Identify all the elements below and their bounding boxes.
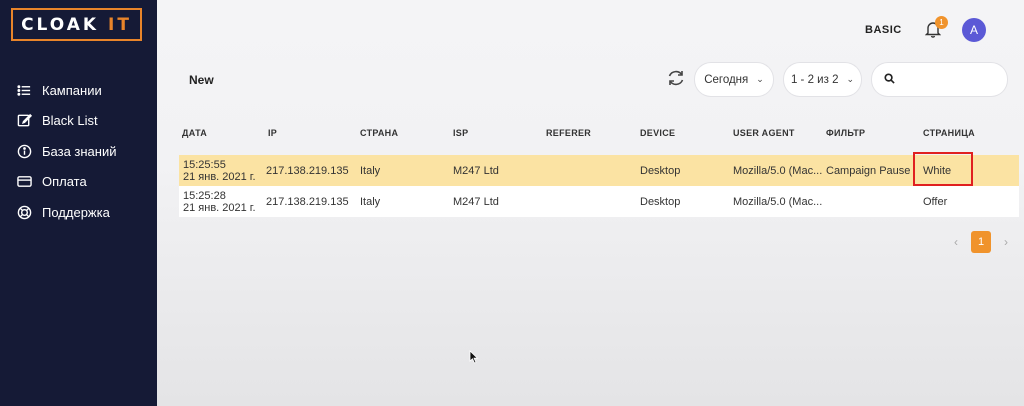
annotation-highlight-box [913,152,973,186]
pagination-page-button[interactable]: 1 [971,231,991,253]
table-row[interactable]: 15:25:55 21 янв. 2021 г. 217.138.219.135 … [179,155,1019,186]
range-value: 1 - 2 из 2 [790,73,839,86]
chevron-down-icon: ⌄ [756,74,764,84]
cell-country: Italy [360,195,381,208]
column-header-user-agent[interactable]: USER AGENT [733,128,826,138]
sidebar-item-label: Поддержка [42,204,110,220]
mouse-cursor-icon [469,350,479,364]
page-title: New [189,73,214,87]
sidebar-item-support[interactable]: Поддержка [0,197,157,228]
sidebar-item-label: Кампании [42,82,102,98]
list-icon [17,83,32,98]
avatar[interactable]: A [962,18,986,42]
info-icon [17,144,32,159]
table-header: ДАТА IP СТРАНА ISP REFERER DEVICE USER A… [179,122,1019,144]
plan-label: BASIC [865,24,902,36]
search-input[interactable] [901,73,1001,86]
sidebar-item-knowledge-base[interactable]: База знаний [0,136,157,167]
sidebar-item-campaigns[interactable]: Кампании [0,75,157,106]
column-header-ip[interactable]: IP [266,128,360,138]
cell-filter: Campaign Pause [826,164,911,177]
cell-isp: M247 Ltd [453,195,499,208]
refresh-icon[interactable] [666,68,688,90]
sidebar-item-label: Black List [42,113,98,129]
column-header-date[interactable]: ДАТА [179,127,266,139]
notification-badge: 1 [935,16,948,29]
cell-date: 15:25:55 21 янв. 2021 г. [183,158,256,183]
cell-isp: M247 Ltd [453,164,499,177]
table-row[interactable]: 15:25:28 21 янв. 2021 г. 217.138.219.135 … [179,186,1019,217]
pagination-prev-button[interactable]: ‹ [947,235,965,249]
column-header-isp[interactable]: ISP [453,128,546,138]
lifebuoy-icon [17,205,32,220]
cell-device: Desktop [640,164,681,177]
search-box[interactable] [872,63,1007,96]
pagination: ‹ 1 › [947,231,1015,253]
sidebar-item-label: Оплата [42,174,87,190]
search-icon [884,71,895,89]
chevron-down-icon: ⌄ [846,74,855,84]
cell-ip: 217.138.219.135 [266,164,349,177]
pagination-next-button[interactable]: › [997,235,1015,249]
cell-user-agent: Mozilla/5.0 (Mac... [733,164,823,177]
column-header-device[interactable]: DEVICE [640,128,733,138]
sidebar-item-payment[interactable]: Оплата [0,167,157,198]
cell-device: Desktop [640,195,681,208]
clicks-table: ДАТА IP СТРАНА ISP REFERER DEVICE USER A… [179,122,1019,217]
edit-icon [17,113,32,128]
sidebar-item-label: База знаний [42,143,117,159]
cell-country: Italy [360,164,381,177]
sidebar-item-blacklist[interactable]: Black List [0,106,157,137]
date-filter-value: Сегодня [704,73,749,86]
range-select[interactable]: 1 - 2 из 2 ⌄ [784,63,861,96]
column-header-filter[interactable]: ФИЛЬТР [826,128,920,138]
date-filter-select[interactable]: Сегодня ⌄ [695,63,773,96]
logo[interactable]: CLOAK IT [11,8,142,41]
column-header-page[interactable]: СТРАНИЦА [920,128,1019,138]
card-icon [17,174,32,189]
cell-date: 15:25:28 21 янв. 2021 г. [183,189,256,214]
logo-text: CLOAK IT [21,14,132,35]
cell-ip: 217.138.219.135 [266,195,349,208]
sidebar: CLOAK IT Кампании Black List База знаний… [0,0,157,406]
cell-user-agent: Mozilla/5.0 (Mac... [733,195,823,208]
cell-page: Offer [923,195,948,208]
column-header-referer[interactable]: REFERER [546,128,640,138]
sidebar-nav: Кампании Black List База знаний Оплата П… [0,75,157,228]
main-content: BASIC 1 A New Сегодня ⌄ 1 - 2 из 2 ⌄ ДАТ… [157,0,1024,406]
column-header-country[interactable]: СТРАНА [360,128,453,138]
